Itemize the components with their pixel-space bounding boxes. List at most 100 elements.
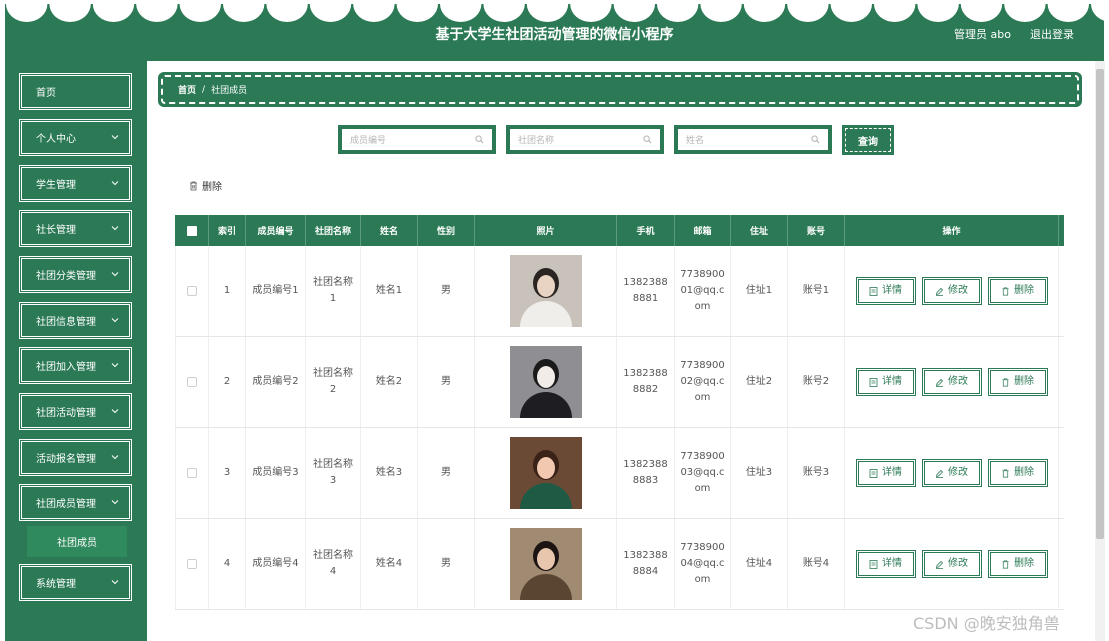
cell-phone: 13823888884 (617, 519, 675, 609)
row-checkbox[interactable] (187, 286, 197, 296)
delete-button[interactable]: 删除 (987, 368, 1048, 396)
chevron-down-icon (111, 272, 119, 277)
bulk-delete-button[interactable]: 删除 (189, 178, 222, 193)
detail-button[interactable]: 详情 (855, 459, 916, 487)
chevron-down-icon (111, 409, 119, 414)
chevron-down-icon (111, 226, 119, 231)
delete-label: 删除 (1014, 376, 1034, 387)
chevron-down-icon (111, 181, 119, 186)
cell-name: 姓名4 (361, 519, 418, 609)
scallop (830, 0, 872, 22)
scrollbar-thumb[interactable] (1096, 69, 1104, 539)
scallop (1091, 0, 1104, 21)
scallop (700, 0, 742, 22)
chevron-down-icon (111, 500, 119, 505)
club-name-placeholder: 社团名称 (518, 136, 555, 146)
col-header-name: 姓名 (361, 215, 418, 246)
sidebar-item-club-info[interactable]: 社团信息管理 (19, 302, 132, 339)
chevron-down-icon (111, 455, 119, 460)
name-search-field[interactable]: 姓名 (674, 125, 832, 154)
breadcrumb-current: 社团成员 (211, 86, 248, 96)
sidebar-item-system[interactable]: 系统管理 (19, 564, 132, 601)
member-photo-4 (509, 528, 582, 600)
detail-label: 详情 (882, 558, 902, 569)
scallop (49, 0, 91, 22)
chevron-down-icon (111, 318, 119, 323)
trash-icon (1002, 560, 1009, 568)
chevron-down-icon (111, 363, 119, 368)
delete-button[interactable]: 删除 (987, 277, 1048, 305)
cell-club-name: 社团名称4 (306, 519, 361, 609)
scallop (1047, 0, 1089, 22)
cell-name: 姓名1 (361, 246, 418, 336)
sidebar-item-label: 系统管理 (36, 579, 76, 590)
cell-email: 773890002@qq.com (675, 337, 731, 427)
scallop (396, 0, 438, 22)
edit-button[interactable]: 修改 (921, 277, 982, 305)
scallop (787, 0, 829, 22)
sidebar-item-label: 社团成员管理 (36, 499, 96, 510)
cell-index: 1 (209, 246, 246, 336)
scallop (613, 0, 655, 22)
edit-button[interactable]: 修改 (921, 368, 982, 396)
edit-icon (935, 378, 944, 387)
sidebar-item-club-activities[interactable]: 社团活动管理 (19, 393, 132, 430)
cell-index: 3 (209, 428, 246, 518)
scallop (440, 0, 482, 22)
select-all-checkbox[interactable] (175, 215, 209, 246)
sidebar-item-club-members[interactable]: 社团成员管理 (19, 484, 132, 521)
table-row: 3 成员编号3 社团名称3 姓名3 男 13823888883 773890003@qq.c… (175, 428, 1064, 519)
query-button[interactable]: 查询 (842, 125, 894, 155)
cell-actions: 详情 修改 删除 (845, 337, 1059, 427)
edit-button[interactable]: 修改 (921, 550, 982, 578)
cell-club-name: 社团名称1 (306, 246, 361, 336)
col-header-photo: 照片 (475, 215, 617, 246)
sidebar-item-club-join[interactable]: 社团加入管理 (19, 347, 132, 384)
member-photo-1 (509, 255, 582, 327)
edit-button[interactable]: 修改 (921, 459, 982, 487)
breadcrumb-home[interactable]: 首页 (178, 83, 196, 96)
scallop (570, 0, 612, 22)
search-icon (811, 135, 820, 144)
sidebar-item-profile[interactable]: 个人中心 (19, 119, 132, 156)
scallop (960, 0, 1003, 22)
scrollbar[interactable] (1095, 61, 1105, 641)
sidebar-subitem-club-members[interactable]: 社团成员 (27, 526, 127, 557)
cell-email: 773890001@qq.com (675, 246, 731, 336)
logout-link[interactable]: 退出登录 (1030, 26, 1074, 42)
cell-account: 账号4 (788, 519, 845, 609)
detail-button[interactable]: 详情 (855, 277, 916, 305)
club-name-search-field[interactable]: 社团名称 (506, 125, 664, 154)
search-icon (643, 135, 652, 144)
breadcrumb-separator: / (202, 84, 206, 95)
scallop (743, 0, 786, 22)
delete-button[interactable]: 删除 (987, 550, 1048, 578)
sidebar-item-activity-signup[interactable]: 活动报名管理 (19, 439, 132, 476)
row-checkbox[interactable] (187, 559, 197, 569)
scallop (92, 0, 135, 22)
row-checkbox[interactable] (187, 468, 197, 478)
sidebar-item-label: 社团加入管理 (36, 362, 96, 373)
sidebar-item-club-categories[interactable]: 社团分类管理 (19, 256, 132, 293)
members-table: 索引 成员编号 社团名称 姓名 性别 照片 手机 邮箱 住址 账号 操作 1 成员… (175, 215, 1064, 610)
cell-member-code: 成员编号1 (246, 246, 306, 336)
bulk-delete-label: 删除 (202, 182, 222, 193)
sidebar-item-students[interactable]: 学生管理 (19, 165, 132, 202)
sidebar-item-label: 学生管理 (36, 180, 76, 191)
member-code-search-field[interactable]: 成员编号 (338, 125, 496, 154)
detail-button[interactable]: 详情 (855, 368, 916, 396)
top-header: 基于大学生社团活动管理的微信小程序 管理员 abo 退出登录 (5, 0, 1104, 61)
cell-account: 账号3 (788, 428, 845, 518)
cell-photo (475, 519, 617, 609)
sidebar-item-label: 社团信息管理 (36, 317, 96, 328)
cell-index: 2 (209, 337, 246, 427)
detail-button[interactable]: 详情 (855, 550, 916, 578)
scallop (266, 0, 308, 22)
edit-label: 修改 (948, 285, 968, 296)
cell-member-code: 成员编号4 (246, 519, 306, 609)
chevron-down-icon (111, 135, 119, 140)
row-checkbox[interactable] (187, 377, 197, 387)
sidebar-item-home[interactable]: 首页 (19, 73, 132, 110)
delete-button[interactable]: 删除 (987, 459, 1048, 487)
sidebar-item-presidents[interactable]: 社长管理 (19, 210, 132, 247)
